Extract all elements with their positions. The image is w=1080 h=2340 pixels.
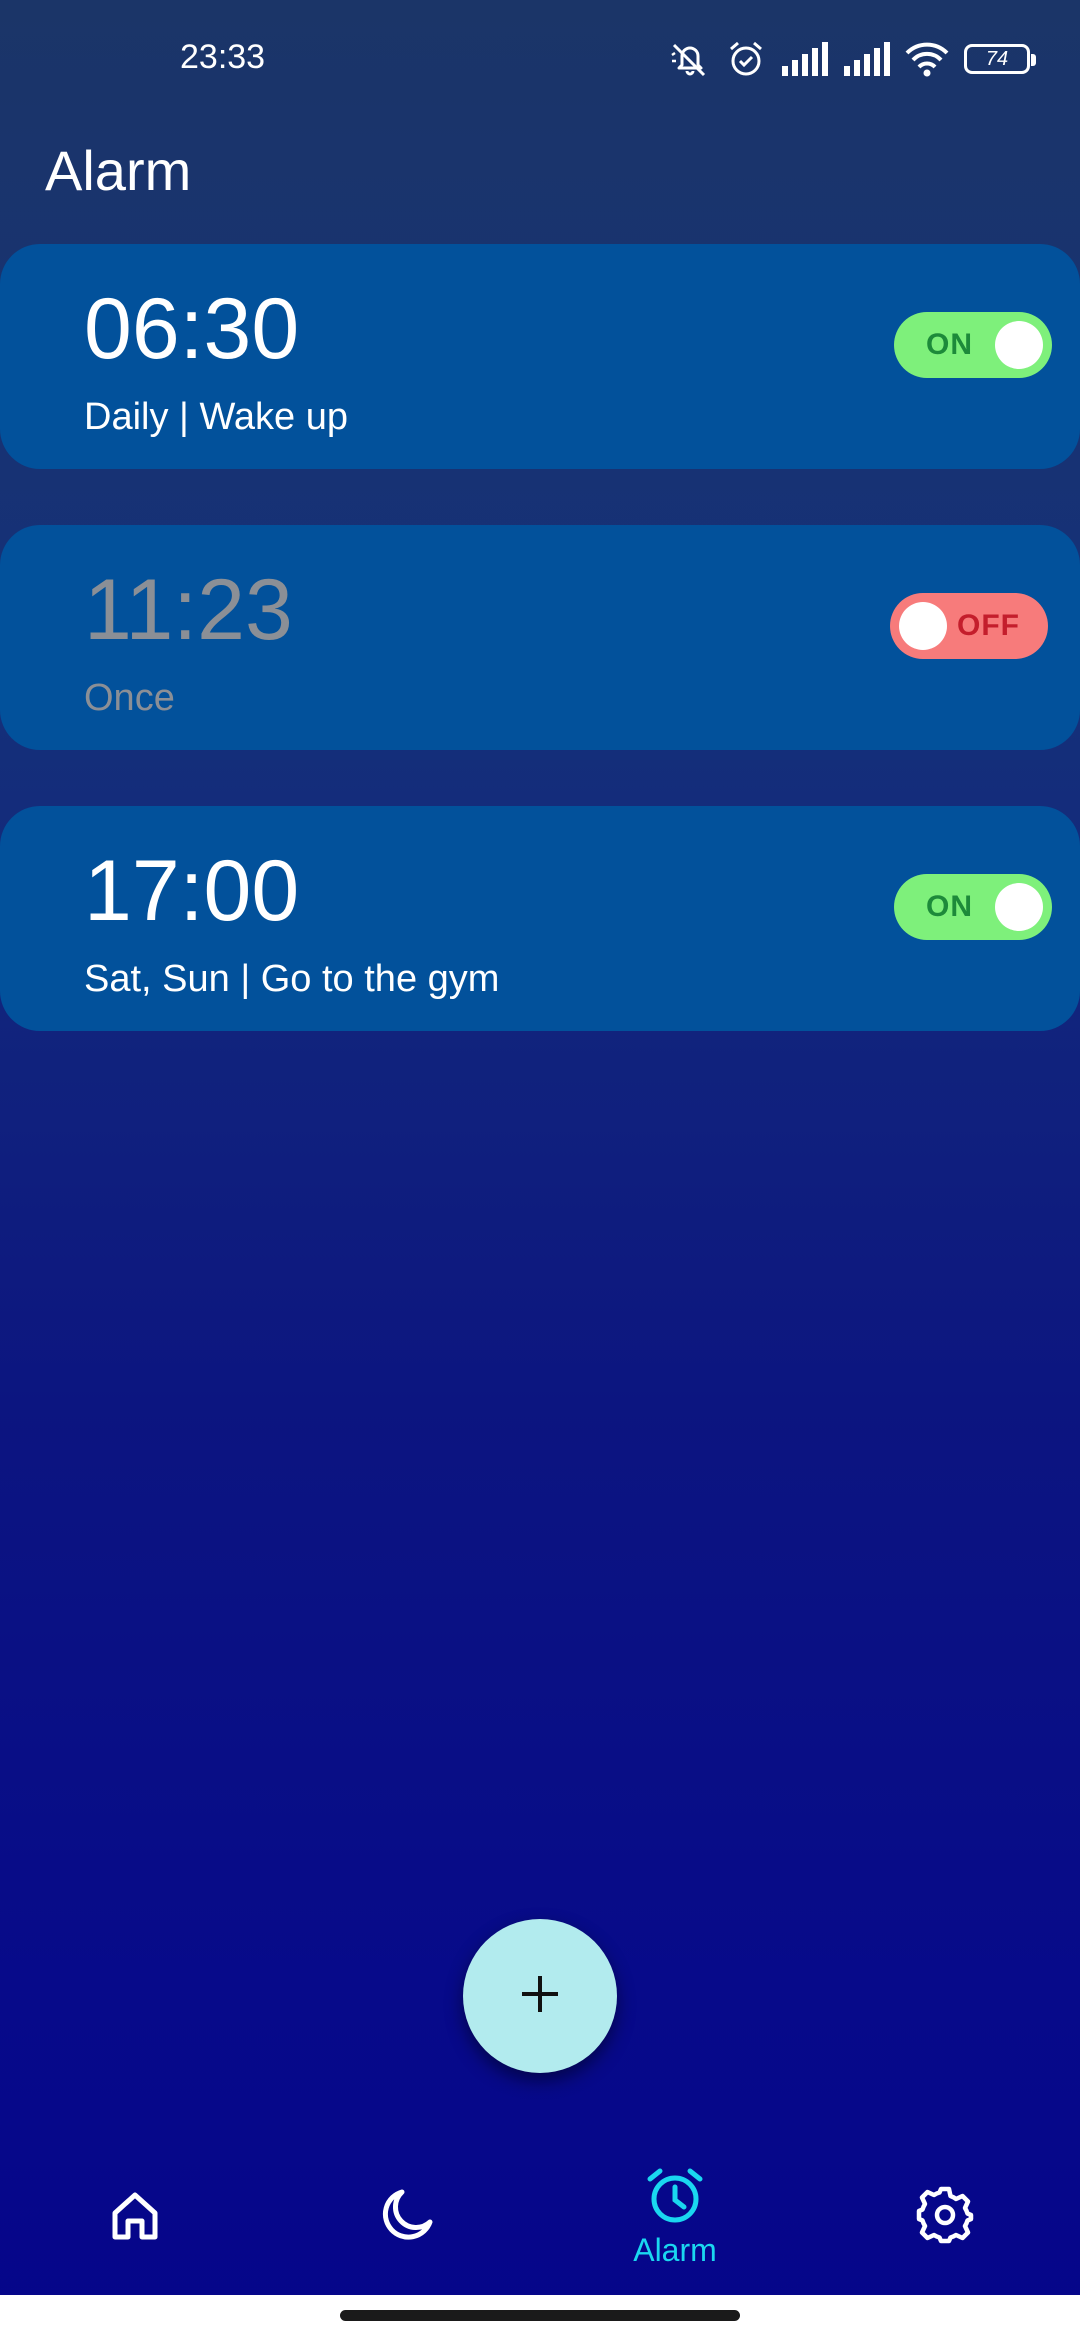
alarm-card[interactable]: 11:23 Once OFF <box>0 525 1080 750</box>
alarm-card[interactable]: 06:30 Daily | Wake up ON <box>0 244 1080 469</box>
gear-icon <box>915 2185 975 2250</box>
plus-icon <box>516 1970 564 2023</box>
nav-alarm[interactable]: Alarm <box>575 2140 775 2295</box>
nav-alarm-label: Alarm <box>633 2231 717 2268</box>
nav-home[interactable] <box>35 2140 235 2295</box>
page-title: Alarm <box>45 139 192 202</box>
alarm-clock-icon <box>644 2167 706 2230</box>
toggle-knob <box>995 883 1043 931</box>
status-bar: 23:33 74 <box>0 0 1080 120</box>
signal-icon <box>842 42 890 76</box>
toggle-label: ON <box>926 890 973 923</box>
home-icon <box>107 2187 163 2248</box>
alarm-time: 17:00 <box>84 843 300 939</box>
alarm-icon <box>726 39 766 79</box>
wifi-icon <box>904 41 950 77</box>
nav-sleep[interactable] <box>307 2140 507 2295</box>
status-icons: 74 <box>668 34 1036 84</box>
alarm-subtitle: Sat, Sun | Go to the gym <box>84 958 500 1000</box>
signal-icon <box>780 42 828 76</box>
alarm-subtitle: Daily | Wake up <box>84 396 348 438</box>
mute-icon <box>668 39 712 79</box>
battery-icon: 74 <box>964 44 1036 74</box>
moon-icon <box>378 2186 436 2249</box>
alarm-toggle[interactable]: ON <box>894 874 1052 940</box>
alarm-time: 11:23 <box>84 562 293 658</box>
toggle-knob <box>899 602 947 650</box>
battery-level: 74 <box>985 47 1009 70</box>
nav-settings[interactable] <box>845 2140 1045 2295</box>
alarm-card[interactable]: 17:00 Sat, Sun | Go to the gym ON <box>0 806 1080 1031</box>
alarm-toggle[interactable]: ON <box>894 312 1052 378</box>
alarm-subtitle: Once <box>84 677 175 719</box>
toggle-label: OFF <box>957 609 1020 642</box>
bottom-nav: Alarm <box>0 2140 1080 2295</box>
toggle-label: ON <box>926 328 973 361</box>
status-time: 23:33 <box>180 38 266 76</box>
add-alarm-button[interactable] <box>463 1919 617 2073</box>
alarm-time: 06:30 <box>84 281 300 377</box>
toggle-knob <box>995 321 1043 369</box>
alarm-toggle[interactable]: OFF <box>890 593 1048 659</box>
home-indicator[interactable] <box>340 2310 740 2321</box>
